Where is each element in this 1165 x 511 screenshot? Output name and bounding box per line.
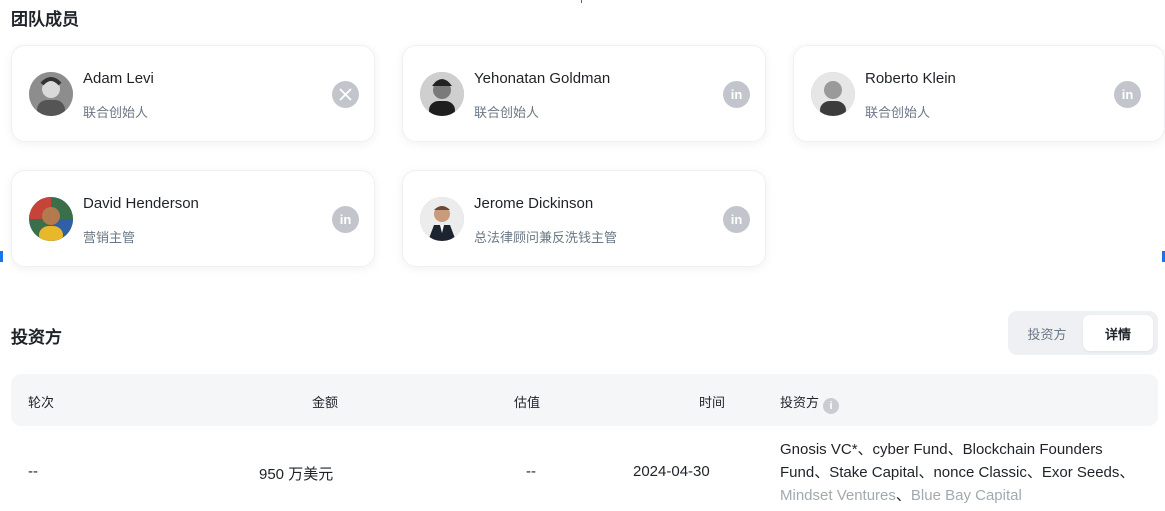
- investor-link[interactable]: Exor Seeds: [1042, 464, 1120, 481]
- avatar: [420, 197, 464, 241]
- member-role: 联合创始人: [83, 105, 149, 120]
- column-header-amount: 金额: [312, 395, 339, 410]
- member-name: David Henderson: [83, 195, 199, 212]
- cell-round: --: [28, 463, 38, 480]
- scroll-indicator: [0, 251, 3, 262]
- team-section-title: 团队成员: [11, 10, 79, 29]
- investor-link[interactable]: cyber Fund: [873, 441, 948, 458]
- member-card[interactable]: Jerome Dickinson 总法律顾问兼反洗钱主管 in: [402, 170, 766, 267]
- separator: 、: [947, 441, 963, 458]
- separator: 、: [895, 487, 911, 504]
- column-header-valuation: 估值: [514, 395, 541, 410]
- x-icon[interactable]: [332, 81, 359, 108]
- avatar: [420, 72, 464, 116]
- investor-link[interactable]: Gnosis VC*: [780, 441, 858, 458]
- linkedin-icon[interactable]: in: [1114, 81, 1141, 108]
- investor-link[interactable]: nonce Classic: [933, 464, 1026, 481]
- separator: 、: [857, 441, 873, 458]
- member-card[interactable]: Adam Levi 联合创始人: [11, 45, 375, 142]
- cell-amount: 950 万美元: [259, 466, 334, 483]
- column-header-date: 时间: [699, 395, 726, 410]
- member-card[interactable]: Yehonatan Goldman 联合创始人 in: [402, 45, 766, 142]
- scroll-indicator: [581, 0, 582, 3]
- investor-link[interactable]: Stake Capital: [829, 464, 918, 481]
- info-icon[interactable]: i: [823, 398, 840, 414]
- column-header-investors-label: 投资方: [780, 395, 820, 410]
- linkedin-icon[interactable]: in: [723, 81, 750, 108]
- member-role: 联合创始人: [865, 105, 931, 120]
- member-name: Jerome Dickinson: [474, 195, 594, 212]
- member-name: Yehonatan Goldman: [474, 70, 611, 87]
- separator: 、: [814, 464, 830, 481]
- column-header-investors: 投资方 i: [780, 392, 840, 414]
- column-header-round: 轮次: [28, 395, 55, 410]
- avatar: [811, 72, 855, 116]
- member-card[interactable]: Roberto Klein 联合创始人 in: [793, 45, 1165, 142]
- cell-investors: Gnosis VC*、cyber Fund、Blockchain Founder…: [780, 438, 1150, 507]
- separator: 、: [1119, 464, 1135, 481]
- cell-valuation: --: [526, 463, 536, 480]
- separator: 、: [918, 464, 934, 481]
- member-card[interactable]: David Henderson 营销主管 in: [11, 170, 375, 267]
- cell-date: 2024-04-30: [633, 463, 710, 480]
- avatar: [29, 197, 73, 241]
- tab-investors[interactable]: 投资方: [1012, 315, 1082, 351]
- tab-details[interactable]: 详情: [1083, 315, 1153, 351]
- separator: 、: [1026, 464, 1042, 481]
- member-name: Roberto Klein: [865, 70, 956, 87]
- investor-link[interactable]: Blue Bay Capital: [911, 487, 1022, 504]
- linkedin-icon[interactable]: in: [332, 206, 359, 233]
- member-role: 联合创始人: [474, 105, 540, 120]
- table-header: 轮次 金额 估值 时间 投资方 i: [11, 374, 1158, 426]
- investors-section-title: 投资方: [11, 328, 62, 347]
- member-role: 营销主管: [83, 230, 136, 245]
- investor-link[interactable]: Mindset Ventures: [780, 487, 896, 504]
- member-name: Adam Levi: [83, 70, 154, 87]
- view-toggle: 投资方 详情: [1008, 311, 1158, 355]
- avatar: [29, 72, 73, 116]
- linkedin-icon[interactable]: in: [723, 206, 750, 233]
- member-role: 总法律顾问兼反洗钱主管: [474, 230, 618, 245]
